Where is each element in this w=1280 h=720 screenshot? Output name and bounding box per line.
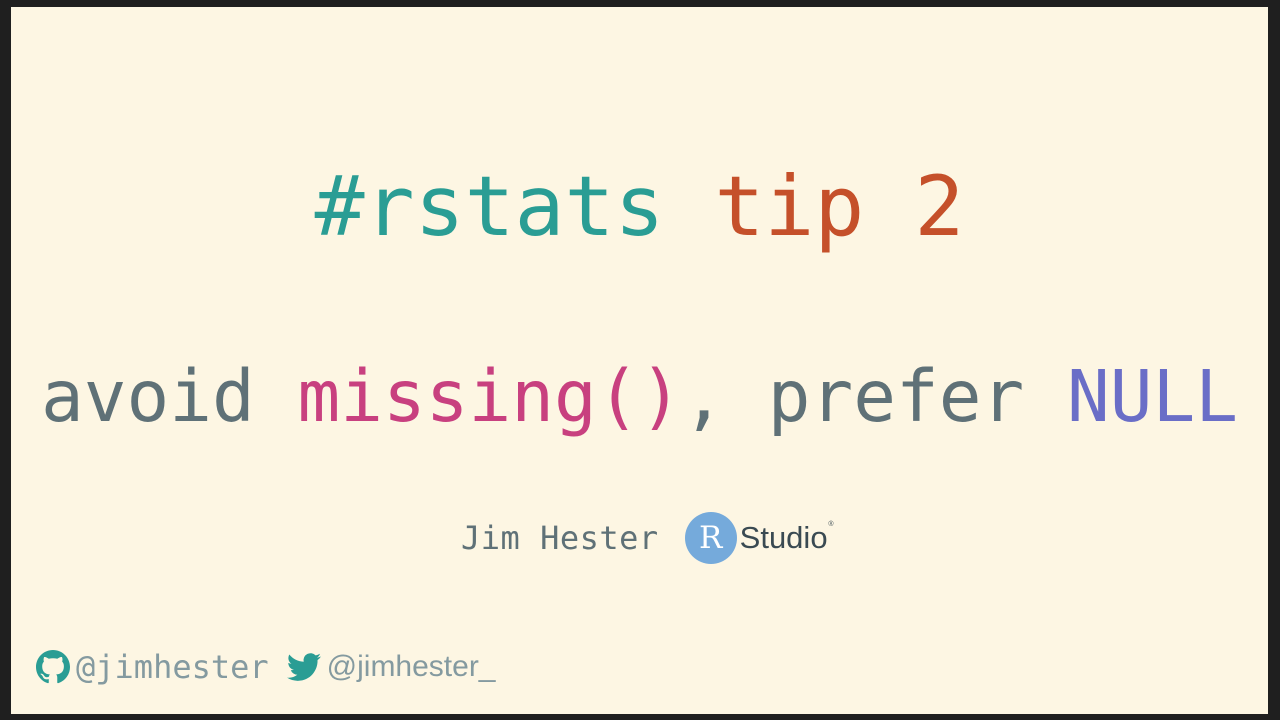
social-links: @jimhester @jimhester_ [36, 648, 496, 686]
twitter-icon [286, 650, 321, 684]
subtitle-prefer: , prefer [682, 355, 1067, 438]
title-tip: tip 2 [714, 158, 965, 255]
rstudio-wordmark: Studio ® [739, 520, 834, 556]
rstudio-studio-text: Studio [739, 520, 828, 555]
subtitle-avoid: avoid [41, 355, 298, 438]
rstudio-logo: R Studio ® [684, 512, 834, 564]
github-icon [36, 650, 70, 684]
subtitle-null: NULL [1066, 355, 1238, 438]
rstudio-registered-mark: ® [828, 521, 834, 528]
slide-title: #rstats tip 2 [11, 157, 1268, 257]
slide: #rstats tip 2 avoid missing(), prefer NU… [11, 7, 1268, 714]
twitter-handle[interactable]: @jimhester_ [327, 650, 496, 684]
rstudio-r-ball: R [684, 512, 737, 564]
github-handle[interactable]: @jimhester [76, 648, 269, 686]
author-row: Jim Hester R Studio ® [461, 512, 834, 564]
title-hashtag: #rstats [314, 158, 665, 255]
rstudio-r-letter: R [698, 520, 723, 556]
subtitle-missing-fn: missing() [297, 355, 683, 438]
author-name: Jim Hester [461, 519, 659, 557]
slide-subtitle: avoid missing(), prefer NULL [11, 352, 1268, 442]
